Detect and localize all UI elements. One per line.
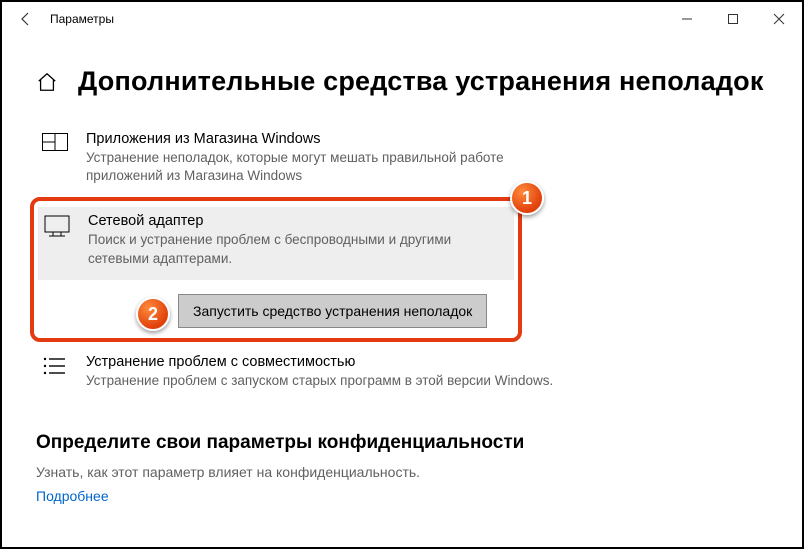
maximize-button[interactable] <box>710 2 756 36</box>
app-title: Параметры <box>44 12 114 26</box>
page-title: Дополнительные средства устранения непол… <box>78 66 764 97</box>
run-troubleshooter-button[interactable]: Запустить средство устранения неполадок <box>178 294 487 328</box>
close-button[interactable] <box>756 2 802 36</box>
troubleshooter-title: Сетевой адаптер <box>88 213 488 229</box>
troubleshooter-desc: Поиск и устранение проблем с беспроводны… <box>88 231 488 267</box>
titlebar: Параметры <box>2 2 802 36</box>
troubleshooter-desc: Устранение неполадок, которые могут меша… <box>86 149 572 185</box>
monitor-icon <box>42 213 72 267</box>
troubleshooter-desc: Устранение проблем с запуском старых про… <box>86 372 553 390</box>
troubleshooter-title: Приложения из Магазина Windows <box>86 131 572 147</box>
minimize-button[interactable] <box>664 2 710 36</box>
troubleshooter-title: Устранение проблем с совместимостью <box>86 354 553 370</box>
back-button[interactable] <box>8 2 44 36</box>
annotation-highlight: 1 2 Сетевой адаптер Поиск и устранение п… <box>30 197 522 341</box>
troubleshooter-store-apps[interactable]: Приложения из Магазина Windows Устранени… <box>36 125 576 197</box>
grid-icon <box>40 131 70 185</box>
privacy-link[interactable]: Подробнее <box>36 488 109 504</box>
troubleshooter-network-adapter[interactable]: Сетевой адаптер Поиск и устранение пробл… <box>38 207 514 279</box>
privacy-desc: Узнать, как этот параметр влияет на конф… <box>36 464 768 480</box>
window-controls <box>664 2 802 36</box>
troubleshooter-compatibility[interactable]: Устранение проблем с совместимостью Устр… <box>36 348 576 402</box>
annotation-badge: 2 <box>136 297 170 331</box>
privacy-heading: Определите свои параметры конфиденциальн… <box>36 432 768 454</box>
home-icon[interactable] <box>36 71 58 93</box>
annotation-badge: 1 <box>510 181 544 215</box>
list-icon <box>40 354 70 390</box>
